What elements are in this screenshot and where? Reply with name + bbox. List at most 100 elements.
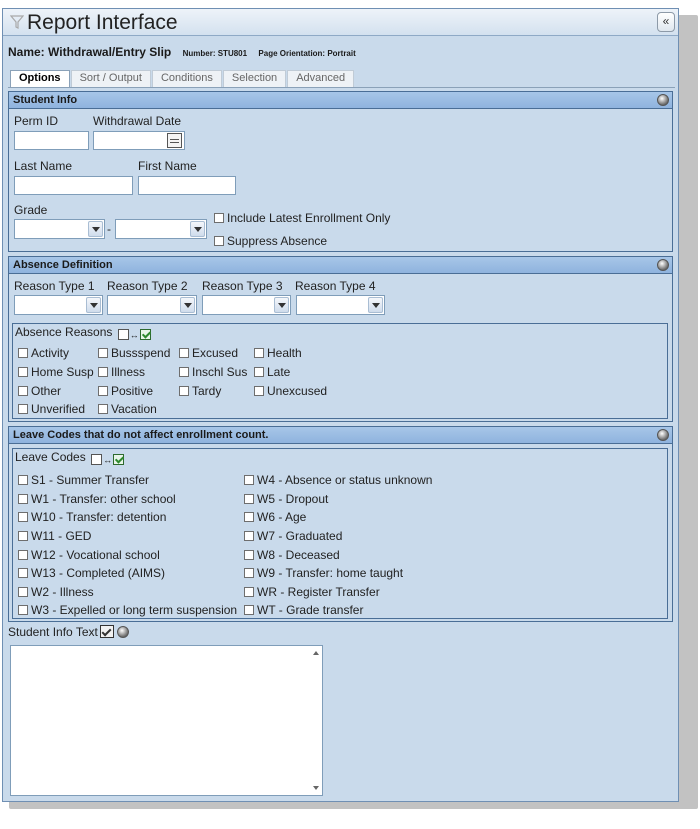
leave-code-row[interactable]: W5 - Dropout: [244, 492, 328, 506]
reason-checkbox-row[interactable]: Tardy: [179, 384, 221, 398]
leave-code-checkbox[interactable]: [244, 568, 254, 578]
grade-to-select[interactable]: [115, 219, 207, 239]
leave-code-row[interactable]: W1 - Transfer: other school: [18, 492, 176, 506]
tab-advanced[interactable]: Advanced: [287, 70, 355, 87]
reason-checkbox-row[interactable]: Unexcused: [254, 384, 327, 398]
reason-checkbox[interactable]: [179, 386, 189, 396]
leave-code-row[interactable]: WR - Register Transfer: [244, 585, 380, 599]
reason-checkbox-row[interactable]: Vacation: [98, 402, 157, 416]
tab-sort-output[interactable]: Sort / Output: [70, 70, 151, 87]
reason-checkbox[interactable]: [98, 348, 108, 358]
leave-code-checkbox[interactable]: [18, 605, 28, 615]
collapse-circle-icon[interactable]: [657, 429, 669, 441]
reason-checkbox[interactable]: [254, 367, 264, 377]
collapse-circle-icon[interactable]: [657, 94, 669, 106]
reason-checkbox-row[interactable]: Health: [254, 346, 302, 360]
leave-code-row[interactable]: W8 - Deceased: [244, 548, 340, 562]
leave-code-row[interactable]: W11 - GED: [18, 529, 91, 543]
reason-type-1-select[interactable]: [14, 295, 103, 315]
leave-code-checkbox[interactable]: [244, 512, 254, 522]
grade-from-select[interactable]: [14, 219, 105, 239]
leave-code-checkbox[interactable]: [244, 587, 254, 597]
leave-codes-header[interactable]: Leave Codes that do not affect enrollmen…: [9, 427, 672, 444]
tab-selection[interactable]: Selection: [222, 70, 287, 87]
reason-checkbox[interactable]: [179, 348, 189, 358]
reason-label: Positive: [111, 384, 154, 398]
perm-id-input[interactable]: [14, 131, 89, 150]
edit-icon[interactable]: [99, 625, 114, 638]
first-name-input[interactable]: [138, 176, 236, 195]
reason-checkbox-row[interactable]: Excused: [179, 346, 238, 360]
student-info-textarea[interactable]: [10, 645, 323, 796]
reason-checkbox-row[interactable]: Inschl Sus: [179, 365, 247, 379]
leave-code-row[interactable]: W4 - Absence or status unknown: [244, 473, 432, 487]
collapse-panel-button[interactable]: «: [657, 12, 675, 32]
leave-code-row[interactable]: W12 - Vocational school: [18, 548, 160, 562]
include-latest-checkbox[interactable]: [214, 213, 224, 223]
info-circle-icon[interactable]: [116, 626, 129, 638]
reason-type-2-label: Reason Type 2: [107, 279, 188, 293]
collapse-circle-icon[interactable]: [657, 259, 669, 271]
reason-label: Activity: [31, 346, 70, 360]
reason-checkbox[interactable]: [254, 348, 264, 358]
reason-checkbox[interactable]: [18, 386, 28, 396]
leave-code-checkbox[interactable]: [18, 550, 28, 560]
reason-type-4-select[interactable]: [296, 295, 385, 315]
reason-checkbox-row[interactable]: Other: [18, 384, 61, 398]
reason-checkbox-row[interactable]: Unverified: [18, 402, 85, 416]
suppress-absence-checkbox-row[interactable]: Suppress Absence: [214, 234, 327, 248]
reason-type-1-label: Reason Type 1: [14, 279, 95, 293]
leave-code-row[interactable]: W6 - Age: [244, 510, 306, 524]
leave-code-checkbox[interactable]: [244, 605, 254, 615]
tab-conditions[interactable]: Conditions: [151, 70, 222, 87]
leave-code-row[interactable]: W10 - Transfer: detention: [18, 510, 166, 524]
select-all-toggle[interactable]: ↔: [91, 452, 125, 466]
scroll-up-arrow-icon[interactable]: [313, 651, 319, 655]
leave-code-checkbox[interactable]: [18, 531, 28, 541]
reason-checkbox-row[interactable]: Activity: [18, 346, 69, 360]
select-all-toggle[interactable]: ↔: [117, 327, 151, 341]
leave-code-row[interactable]: WT - Grade transfer: [244, 603, 363, 617]
calendar-icon[interactable]: [167, 133, 182, 148]
leave-code-checkbox[interactable]: [244, 550, 254, 560]
absence-definition-header[interactable]: Absence Definition: [9, 257, 672, 274]
reason-checkbox-row[interactable]: Bussspend: [98, 346, 170, 360]
reason-type-3-label: Reason Type 3: [202, 279, 283, 293]
reason-checkbox[interactable]: [179, 367, 189, 377]
leave-code-row[interactable]: W3 - Expelled or long term suspension: [18, 603, 237, 617]
reason-checkbox-row[interactable]: Illness: [98, 365, 145, 379]
reason-type-2-select[interactable]: [107, 295, 197, 315]
suppress-absence-checkbox[interactable]: [214, 236, 224, 246]
leave-code-row[interactable]: W9 - Transfer: home taught: [244, 566, 403, 580]
reason-checkbox[interactable]: [254, 386, 264, 396]
reason-checkbox-row[interactable]: Late: [254, 365, 290, 379]
reason-label: Vacation: [111, 402, 157, 416]
reason-checkbox-row[interactable]: Positive: [98, 384, 153, 398]
reason-checkbox-row[interactable]: Home Susp: [18, 365, 94, 379]
leave-code-row[interactable]: W13 - Completed (AIMS): [18, 566, 165, 580]
reason-checkbox[interactable]: [98, 404, 108, 414]
tab-options[interactable]: Options: [10, 70, 70, 88]
leave-code-checkbox[interactable]: [244, 531, 254, 541]
leave-code-row[interactable]: W2 - Illness: [18, 585, 94, 599]
leave-code-checkbox[interactable]: [18, 568, 28, 578]
reason-checkbox[interactable]: [18, 367, 28, 377]
leave-code-checkbox[interactable]: [18, 475, 28, 485]
student-info-header[interactable]: Student Info: [9, 92, 672, 109]
leave-code-row[interactable]: W7 - Graduated: [244, 529, 342, 543]
leave-code-checkbox[interactable]: [18, 494, 28, 504]
leave-code-checkbox[interactable]: [18, 512, 28, 522]
reason-checkbox[interactable]: [18, 348, 28, 358]
last-name-input[interactable]: [14, 176, 133, 195]
include-latest-checkbox-row[interactable]: Include Latest Enrollment Only: [214, 211, 390, 225]
withdrawal-date-input[interactable]: [93, 131, 185, 150]
scroll-down-arrow-icon[interactable]: [313, 786, 319, 790]
leave-code-row[interactable]: S1 - Summer Transfer: [18, 473, 149, 487]
leave-code-checkbox[interactable]: [244, 475, 254, 485]
reason-checkbox[interactable]: [18, 404, 28, 414]
reason-checkbox[interactable]: [98, 367, 108, 377]
reason-checkbox[interactable]: [98, 386, 108, 396]
leave-code-checkbox[interactable]: [244, 494, 254, 504]
leave-code-checkbox[interactable]: [18, 587, 28, 597]
reason-type-3-select[interactable]: [202, 295, 291, 315]
